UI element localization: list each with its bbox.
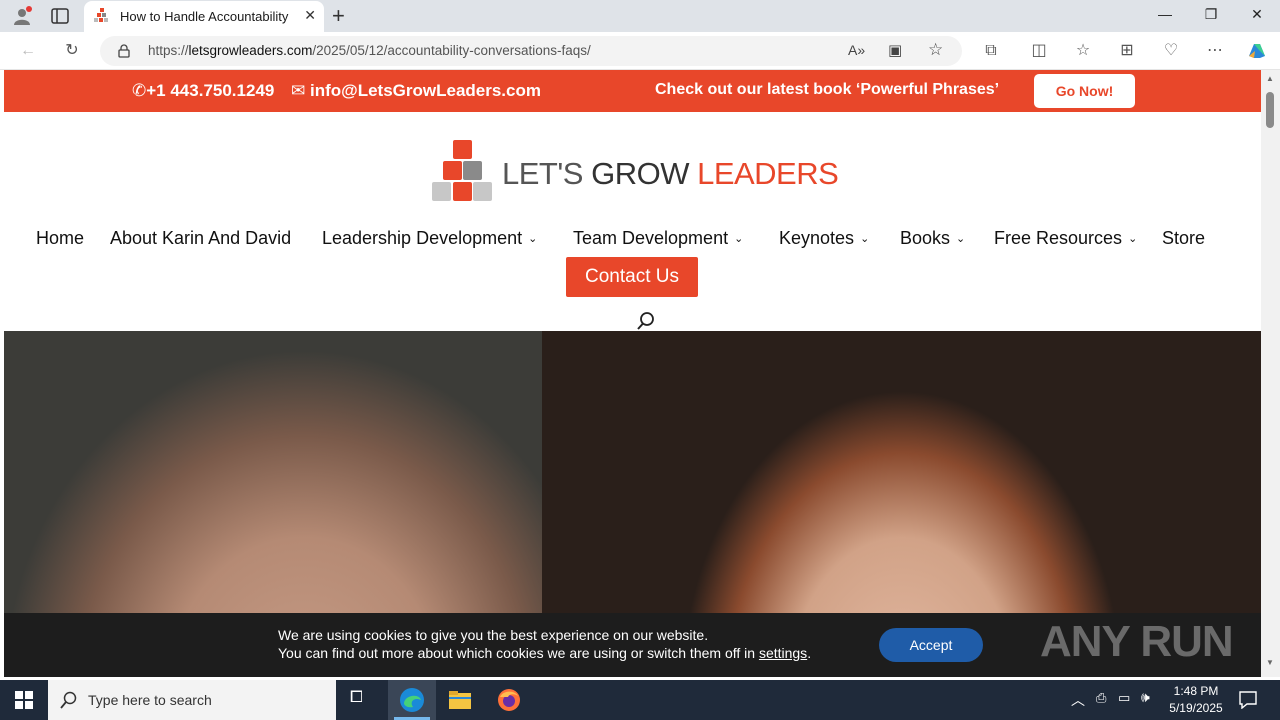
lock-icon[interactable] — [118, 44, 130, 58]
windows-taskbar: Type here to search ⧠ ︿ ⎙ ▭ 🕪 1:48 PM 5/… — [0, 680, 1280, 720]
nav-team-development[interactable]: Team Development ⌄ — [573, 228, 743, 249]
more-menu-icon[interactable]: ⋯ — [1205, 41, 1225, 61]
web-page: ✆+1 443.750.1249 ✉ info@LetsGrowLeaders.… — [4, 70, 1261, 677]
accept-cookies-button[interactable]: Accept — [879, 628, 983, 662]
taskbar-edge-button[interactable] — [388, 680, 436, 720]
browser-tab-active[interactable]: How to Handle Accountability Conversatio… — [84, 1, 324, 32]
browser-essentials-icon[interactable]: ♡ — [1161, 41, 1181, 61]
cookie-message: We are using cookies to give you the bes… — [278, 627, 709, 643]
new-tab-icon[interactable]: + — [332, 3, 345, 29]
nav-leadership-development[interactable]: Leadership Development ⌄ — [322, 228, 537, 249]
minimize-icon[interactable]: — — [1142, 6, 1188, 22]
search-icon — [60, 691, 77, 709]
taskbar-search-box[interactable]: Type here to search — [48, 680, 336, 720]
collections-icon[interactable]: ⊞ — [1117, 41, 1137, 61]
address-bar[interactable]: https://letsgrowleaders.com/2025/05/12/a… — [100, 36, 962, 66]
chevron-down-icon: ⌄ — [734, 233, 744, 245]
file-explorer-icon[interactable] — [448, 689, 472, 711]
nav-about[interactable]: About Karin And David — [110, 228, 291, 249]
scroll-thumb[interactable] — [1266, 92, 1274, 128]
chevron-down-icon: ⌄ — [956, 233, 966, 245]
profile-icon[interactable] — [12, 6, 32, 26]
scroll-down-icon[interactable]: ▼ — [1266, 658, 1274, 667]
browser-toolbar: ← ↻ https://letsgrowleaders.com/2025/05/… — [0, 32, 1280, 70]
back-icon[interactable]: ← — [18, 41, 38, 61]
window-close-icon[interactable]: ✕ — [1234, 6, 1280, 23]
cookie-message-detail: You can find out more about which cookie… — [278, 645, 812, 661]
chevron-down-icon: ⌄ — [528, 233, 538, 245]
nav-store[interactable]: Store — [1162, 228, 1205, 249]
chevron-down-icon: ⌄ — [860, 233, 870, 245]
page-scrollbar[interactable]: ▲ ▼ — [1261, 70, 1280, 677]
chevron-up-icon[interactable]: ︿ — [1071, 690, 1085, 710]
search-icon[interactable] — [636, 311, 656, 331]
url-text[interactable]: https://letsgrowleaders.com/2025/05/12/a… — [148, 43, 591, 58]
refresh-icon[interactable]: ↻ — [62, 41, 82, 61]
favorites-icon[interactable]: ☆ — [1073, 41, 1093, 61]
taskbar-clock[interactable]: 1:48 PM 5/19/2025 — [1163, 683, 1229, 717]
scroll-up-icon[interactable]: ▲ — [1266, 74, 1274, 83]
go-now-button[interactable]: Go Now! — [1034, 74, 1135, 108]
nav-keynotes[interactable]: Keynotes ⌄ — [779, 228, 869, 249]
copilot-icon[interactable] — [1246, 41, 1268, 61]
logo-blocks-icon — [432, 140, 492, 201]
device-icon[interactable]: ⎙ — [1096, 690, 1106, 706]
envelope-icon: ✉ — [291, 81, 310, 100]
tab-close-icon[interactable]: ✕ — [304, 7, 316, 24]
favorite-star-icon[interactable]: ☆ — [928, 40, 943, 60]
read-aloud-icon[interactable]: A» — [848, 42, 865, 58]
email-link[interactable]: ✉ info@LetsGrowLeaders.com — [291, 81, 541, 101]
logo-wordmark: LET'S GROW LEADERS — [502, 156, 839, 191]
chevron-down-icon: ⌄ — [1128, 233, 1138, 245]
contact-bar: ✆+1 443.750.1249 ✉ info@LetsGrowLeaders.… — [4, 70, 1261, 112]
taskbar-search-placeholder: Type here to search — [88, 692, 212, 708]
site-favicon — [94, 8, 108, 22]
cookie-banner: We are using cookies to give you the bes… — [4, 613, 1261, 677]
tab-actions-icon[interactable] — [51, 8, 69, 24]
promo-text: Check out our latest book ‘Powerful Phra… — [655, 81, 1000, 98]
network-icon[interactable]: ▭ — [1118, 690, 1130, 706]
nav-books[interactable]: Books ⌄ — [900, 228, 965, 249]
restore-icon[interactable]: ❐ — [1188, 6, 1234, 23]
immersive-reader-icon[interactable]: ▣ — [888, 41, 902, 59]
site-logo[interactable]: LET'S GROW LEADERS — [432, 140, 842, 202]
split-screen-icon[interactable]: ◫ — [1029, 41, 1049, 61]
nav-free-resources[interactable]: Free Resources ⌄ — [994, 228, 1137, 249]
main-navigation: Home About Karin And David Leadership De… — [4, 228, 1261, 252]
windows-start-icon[interactable] — [15, 691, 33, 709]
extensions-icon[interactable]: ⧉ — [981, 41, 1001, 61]
firefox-icon[interactable] — [497, 688, 521, 712]
contact-us-button[interactable]: Contact Us — [566, 257, 698, 297]
notifications-icon[interactable] — [1239, 691, 1257, 709]
anyrun-watermark: ANY RUN — [1040, 617, 1234, 666]
browser-tab-bar: How to Handle Accountability Conversatio… — [0, 0, 1280, 32]
edge-icon — [400, 688, 424, 712]
nav-home[interactable]: Home — [36, 228, 84, 249]
cookie-settings-link[interactable]: settings — [759, 645, 807, 661]
tab-title: How to Handle Accountability Conversatio… — [120, 9, 290, 24]
task-view-icon[interactable]: ⧠ — [350, 689, 363, 707]
volume-icon[interactable]: 🕪 — [1141, 689, 1150, 706]
phone-icon: ✆ — [132, 81, 147, 100]
phone-link[interactable]: ✆+1 443.750.1249 — [132, 81, 274, 101]
